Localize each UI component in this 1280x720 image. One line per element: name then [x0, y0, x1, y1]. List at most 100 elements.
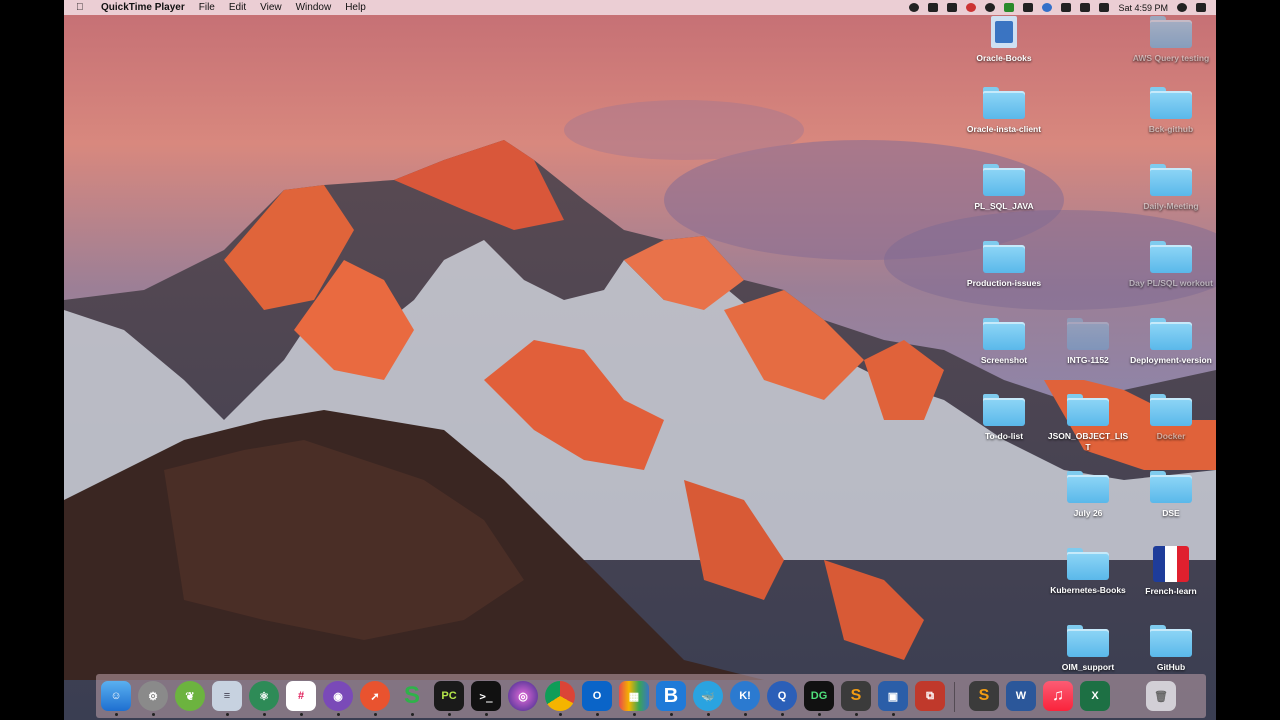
timer-icon[interactable] — [985, 3, 996, 12]
apple-menu-icon[interactable]:  — [76, 2, 88, 13]
desktop-item-label: PL_SQL_JAVA — [974, 201, 1034, 211]
folder-icon — [983, 164, 1025, 196]
desktop-item-deployment-version[interactable]: Deployment-version — [1129, 318, 1213, 366]
dropbox-icon[interactable] — [1042, 3, 1053, 12]
app-grid-icon[interactable]: ▦ — [619, 681, 649, 711]
desktop-item-label: Production-issues — [966, 278, 1042, 288]
desktop-item-july-26[interactable]: July 26 — [1046, 471, 1130, 519]
status-area: Sat 4:59 PM — [909, 0, 1206, 15]
docker-icon[interactable]: 🐳 — [693, 681, 723, 711]
desktop-item-label: Screenshot — [980, 355, 1028, 365]
desktop-item-oracle-books[interactable]: Oracle-Books — [962, 16, 1046, 64]
k-app-icon[interactable]: K! — [730, 681, 760, 711]
desktop-item-label: Day PL/SQL workout — [1129, 278, 1213, 288]
desktop-item-label: JSON_OBJECT_LIST — [1047, 431, 1129, 452]
wifi-icon[interactable] — [1080, 3, 1091, 12]
soapui-icon[interactable]: S — [397, 681, 427, 711]
desktop-item-label: To-do-list — [984, 431, 1024, 441]
folder-icon — [1067, 625, 1109, 657]
shield-icon[interactable] — [1023, 3, 1034, 12]
desktop-item-label: AWS Query testing — [1132, 53, 1210, 63]
desktop-item-daily-meeting[interactable]: Daily-Meeting — [1129, 164, 1213, 212]
desktop-item-aws-query[interactable]: AWS Query testing — [1129, 16, 1213, 64]
datagrip-icon[interactable]: DG — [804, 681, 834, 711]
terminal-icon[interactable]: >_ — [471, 681, 501, 711]
desktop-item-oracle-insta-client[interactable]: Oracle-insta-client — [962, 87, 1046, 135]
desktop-item-french-learn[interactable]: French-learn — [1129, 546, 1213, 597]
desktop-item-json-object-list[interactable]: JSON_OBJECT_LIST — [1046, 394, 1130, 453]
sublime-text-doc-icon[interactable]: S — [969, 681, 999, 711]
desktop-item-pl-sql-java[interactable]: PL_SQL_JAVA — [962, 164, 1046, 212]
folder-icon — [1150, 625, 1192, 657]
search-icon[interactable] — [1177, 3, 1187, 12]
desktop-item-label: DSE — [1162, 508, 1180, 518]
folder-icon — [1150, 164, 1192, 196]
system-preferences-icon[interactable]: ⚙ — [138, 681, 168, 711]
menu-edit[interactable]: Edit — [229, 2, 246, 13]
quicktime-icon[interactable]: Q — [767, 681, 797, 711]
github-desktop-icon[interactable]: ◉ — [323, 681, 353, 711]
excel-icon[interactable]: X — [1080, 681, 1110, 711]
outlook-icon[interactable]: O — [582, 681, 612, 711]
trash-icon[interactable]: 🗑 — [1146, 681, 1176, 711]
desktop-item-screenshot[interactable]: Screenshot — [962, 318, 1046, 366]
desktop-item-label: Oracle-insta-client — [966, 124, 1042, 134]
menu-window[interactable]: Window — [296, 2, 332, 13]
battery-icon[interactable] — [1099, 3, 1110, 12]
app-status-icon[interactable] — [966, 3, 977, 12]
dock-separator — [954, 682, 955, 712]
word-icon[interactable]: W — [1006, 681, 1036, 711]
desktop-item-dse[interactable]: DSE — [1129, 471, 1213, 519]
app-menu[interactable]: QuickTime Player — [101, 2, 185, 13]
finder-icon[interactable]: ☺ — [101, 681, 131, 711]
menu-help[interactable]: Help — [345, 2, 366, 13]
menu-view[interactable]: View — [260, 2, 282, 13]
postman-icon[interactable]: ➚ — [360, 681, 390, 711]
chrome-icon[interactable] — [545, 681, 575, 711]
folder-icon — [1150, 318, 1192, 350]
itunes-icon[interactable]: ♫ — [1043, 681, 1073, 711]
sync-icon[interactable] — [1004, 3, 1015, 12]
desktop-item-docker[interactable]: Docker — [1129, 394, 1213, 442]
box-icon[interactable]: B — [656, 681, 686, 711]
bi-status-icon[interactable] — [947, 3, 958, 12]
dock: ☺ ⚙ ❦ ≡ ⚛ # ◉ ➚ S PC >_ ◎ O ▦ B 🐳 K! Q D… — [96, 674, 1206, 718]
pycharm-icon[interactable]: PC — [434, 681, 464, 711]
desktop-item-day-plsql-workout[interactable]: Day PL/SQL workout — [1129, 241, 1213, 289]
desktop-item-bck-github[interactable]: Bck-github — [1129, 87, 1213, 135]
document-icon — [991, 16, 1017, 48]
clock[interactable]: Sat 4:59 PM — [1118, 3, 1168, 13]
folder-icon — [1067, 394, 1109, 426]
folder-icon — [1150, 394, 1192, 426]
folder-icon — [1150, 16, 1192, 48]
record-status-icon[interactable] — [909, 3, 920, 12]
coffee-icon[interactable] — [928, 3, 939, 12]
desktop-item-label: Docker — [1156, 431, 1186, 441]
virtualbox-icon[interactable]: ▣ — [878, 681, 908, 711]
desktop-item-kubernetes-books[interactable]: Kubernetes-Books — [1046, 548, 1130, 596]
bluetooth-icon[interactable] — [1061, 3, 1072, 12]
folder-icon — [1067, 548, 1109, 580]
folder-icon — [1150, 471, 1192, 503]
french-flag-icon — [1153, 546, 1189, 582]
desktop-item-github[interactable]: GitHub — [1129, 625, 1213, 673]
database-icon[interactable]: ≡ — [212, 681, 242, 711]
desktop-item-label: Daily-Meeting — [1143, 201, 1199, 211]
menu-file[interactable]: File — [199, 2, 215, 13]
desktop-item-production-issues[interactable]: Production-issues — [962, 241, 1046, 289]
remote-desktop-icon[interactable]: ⧉ — [915, 681, 945, 711]
desktop-item-label: July 26 — [1073, 508, 1103, 518]
folder-icon — [1067, 318, 1109, 350]
notification-center-icon[interactable] — [1196, 3, 1206, 12]
folder-icon — [983, 318, 1025, 350]
siri-icon[interactable]: ◎ — [508, 681, 538, 711]
sublime-text-icon[interactable]: S — [841, 681, 871, 711]
desktop-item-oim-support[interactable]: OIM_support — [1046, 625, 1130, 673]
desktop-item-label: Oracle-Books — [976, 53, 1032, 63]
slack-icon[interactable]: # — [286, 681, 316, 711]
desktop-item-intg[interactable]: INTG-1152 — [1046, 318, 1130, 366]
folder-icon — [1150, 87, 1192, 119]
atom-icon[interactable]: ⚛ — [249, 681, 279, 711]
desktop-item-todo-list[interactable]: To-do-list — [962, 394, 1046, 442]
spring-tools-icon[interactable]: ❦ — [175, 681, 205, 711]
